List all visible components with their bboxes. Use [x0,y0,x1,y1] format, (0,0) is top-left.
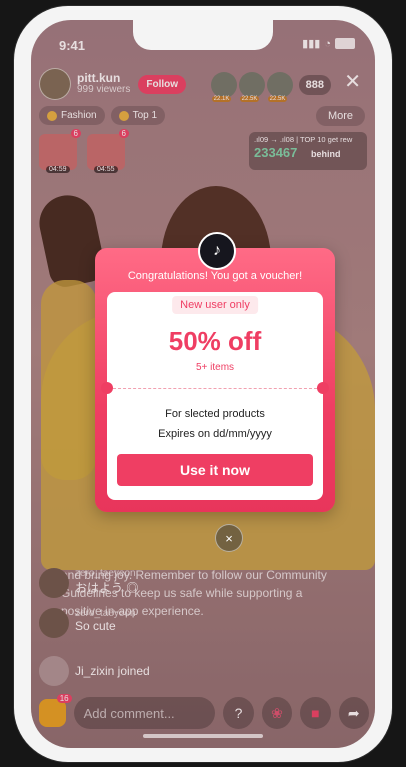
notch [133,20,273,50]
discount-amount: 50% off [168,326,262,356]
voucher-expiry: Expires on dd/mm/yyyy [158,428,272,440]
voucher-card: New user only 50% off 5+ items For slect… [101,292,329,500]
phone-frame: 9:41 ▮▮▮ ◔ pitt.kun 999 viewers Follow 2… [14,6,392,762]
tiktok-logo-icon: ♪ [198,232,236,270]
new-user-tag: New user only [172,296,258,314]
use-it-now-button[interactable]: Use it now [117,454,313,486]
voucher-popup: ♪ Congratulations! You got a voucher! Ne… [95,232,335,512]
voucher-scope: For slected products [165,408,265,420]
ticket-notch-left [101,382,113,394]
close-popup-button[interactable]: × [215,524,243,552]
item-requirement: 5+ items [195,362,235,373]
ticket-divider [113,388,317,389]
live-stream-screen: 9:41 ▮▮▮ ◔ pitt.kun 999 viewers Follow 2… [31,20,375,748]
ticket-notch-right [317,382,329,394]
voucher-title: Congratulations! You got a voucher! [127,270,303,282]
